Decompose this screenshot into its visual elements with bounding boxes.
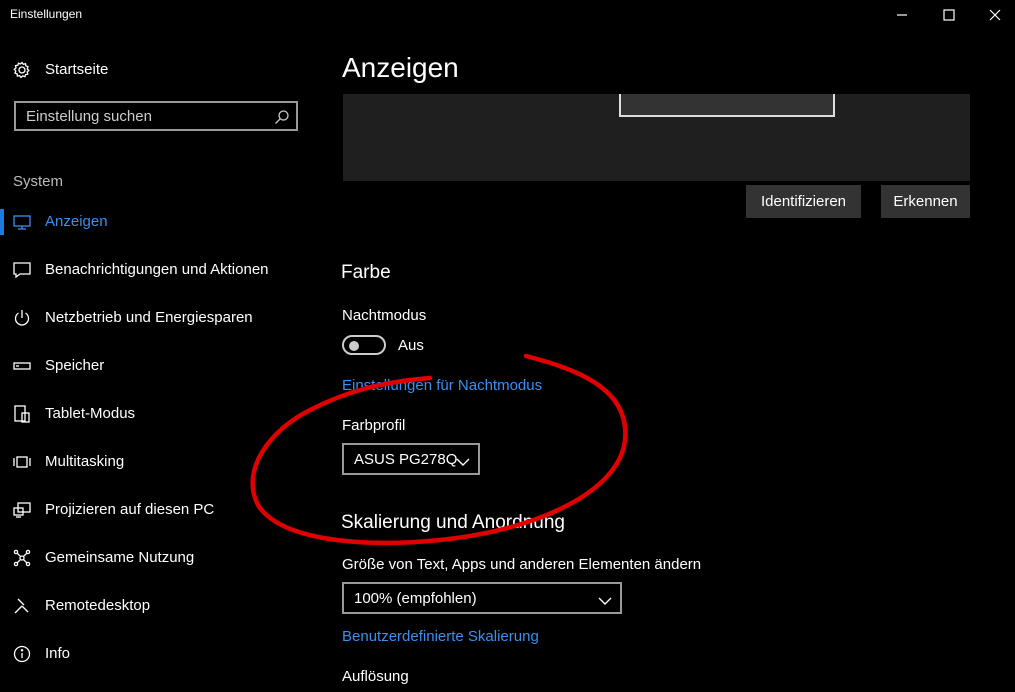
multitasking-icon [13, 453, 31, 471]
identify-button[interactable]: Identifizieren [746, 185, 861, 218]
sidebar-item-label: Projizieren auf diesen PC [45, 501, 215, 518]
search-field[interactable] [14, 101, 298, 131]
sidebar-section-label: System [13, 173, 64, 190]
scale-dropdown[interactable]: 100% (empfohlen) [342, 582, 622, 614]
detect-button[interactable]: Erkennen [881, 185, 970, 218]
sidebar-item-label: Gemeinsame Nutzung [45, 549, 195, 566]
power-icon [13, 309, 31, 327]
chevron-down-icon [456, 454, 470, 466]
maximize-icon [943, 9, 955, 21]
tablet-icon [13, 405, 31, 423]
sidebar-item-storage[interactable]: Speicher [0, 346, 320, 386]
night-mode-settings-link[interactable]: Einstellungen für Nachtmodus [342, 377, 542, 394]
color-profile-value: ASUS PG278Q [354, 451, 458, 468]
minimize-button[interactable] [879, 0, 925, 30]
search-icon[interactable] [274, 109, 290, 130]
color-profile-dropdown[interactable]: ASUS PG278Q [342, 443, 480, 475]
sidebar-item-label: Remotedesktop [45, 597, 151, 614]
scaling-heading: Skalierung und Anordnung [341, 512, 565, 533]
sidebar-item-label: Netzbetrieb und Energiesparen [45, 309, 253, 326]
night-mode-label: Nachtmodus [342, 307, 427, 324]
sidebar-item-label: Info [45, 645, 71, 662]
color-heading: Farbe [341, 262, 391, 283]
custom-scaling-link[interactable]: Benutzerdefinierte Skalierung [342, 628, 539, 645]
sidebar-item-tablet[interactable]: Tablet-Modus [0, 394, 320, 434]
sidebar-item-label: Tablet-Modus [45, 405, 136, 422]
page-title: Anzeigen [342, 52, 459, 83]
sidebar-item-power[interactable]: Netzbetrieb und Energiesparen [0, 298, 320, 338]
sidebar-item-share[interactable]: Gemeinsame Nutzung [0, 538, 320, 578]
sidebar-item-info[interactable]: Info [0, 634, 320, 674]
notification-icon [13, 261, 31, 279]
sidebar-item-notifications[interactable]: Benachrichtigungen und Aktionen [0, 250, 320, 290]
minimize-icon [897, 14, 907, 16]
toggle-knob [349, 341, 359, 351]
search-input[interactable] [16, 103, 276, 129]
sidebar-item-multitasking[interactable]: Multitasking [0, 442, 320, 482]
sidebar-item-label: Multitasking [45, 453, 125, 470]
monitor-tile[interactable] [619, 94, 835, 117]
scale-label: Größe von Text, Apps und anderen Element… [342, 556, 702, 573]
info-icon [13, 645, 31, 663]
sidebar-item-label: Speicher [45, 357, 105, 374]
project-icon [13, 501, 31, 519]
color-profile-label: Farbprofil [342, 417, 406, 434]
close-button[interactable] [972, 0, 1015, 30]
monitor-icon [13, 213, 31, 231]
resolution-label: Auflösung [342, 668, 409, 685]
share-icon [13, 549, 31, 567]
sidebar-home[interactable]: Startseite [0, 50, 320, 90]
window-title: Einstellungen [10, 7, 83, 21]
sidebar-item-label: Anzeigen [45, 213, 108, 230]
sidebar-item-anzeigen[interactable]: Anzeigen [0, 202, 320, 242]
sidebar-item-remote[interactable]: Remotedesktop [0, 586, 320, 626]
night-mode-toggle[interactable] [342, 335, 386, 355]
gear-icon [13, 61, 31, 79]
sidebar-home-label: Startseite [45, 61, 109, 78]
maximize-button[interactable] [926, 0, 972, 30]
close-icon [989, 9, 1001, 21]
night-mode-state: Aus [398, 337, 424, 354]
storage-icon [13, 357, 31, 375]
chevron-down-icon [598, 593, 612, 605]
sidebar-item-label: Benachrichtigungen und Aktionen [45, 261, 269, 278]
scale-value: 100% (empfohlen) [354, 590, 477, 607]
remote-icon [13, 597, 31, 615]
sidebar-item-project[interactable]: Projizieren auf diesen PC [0, 490, 320, 530]
